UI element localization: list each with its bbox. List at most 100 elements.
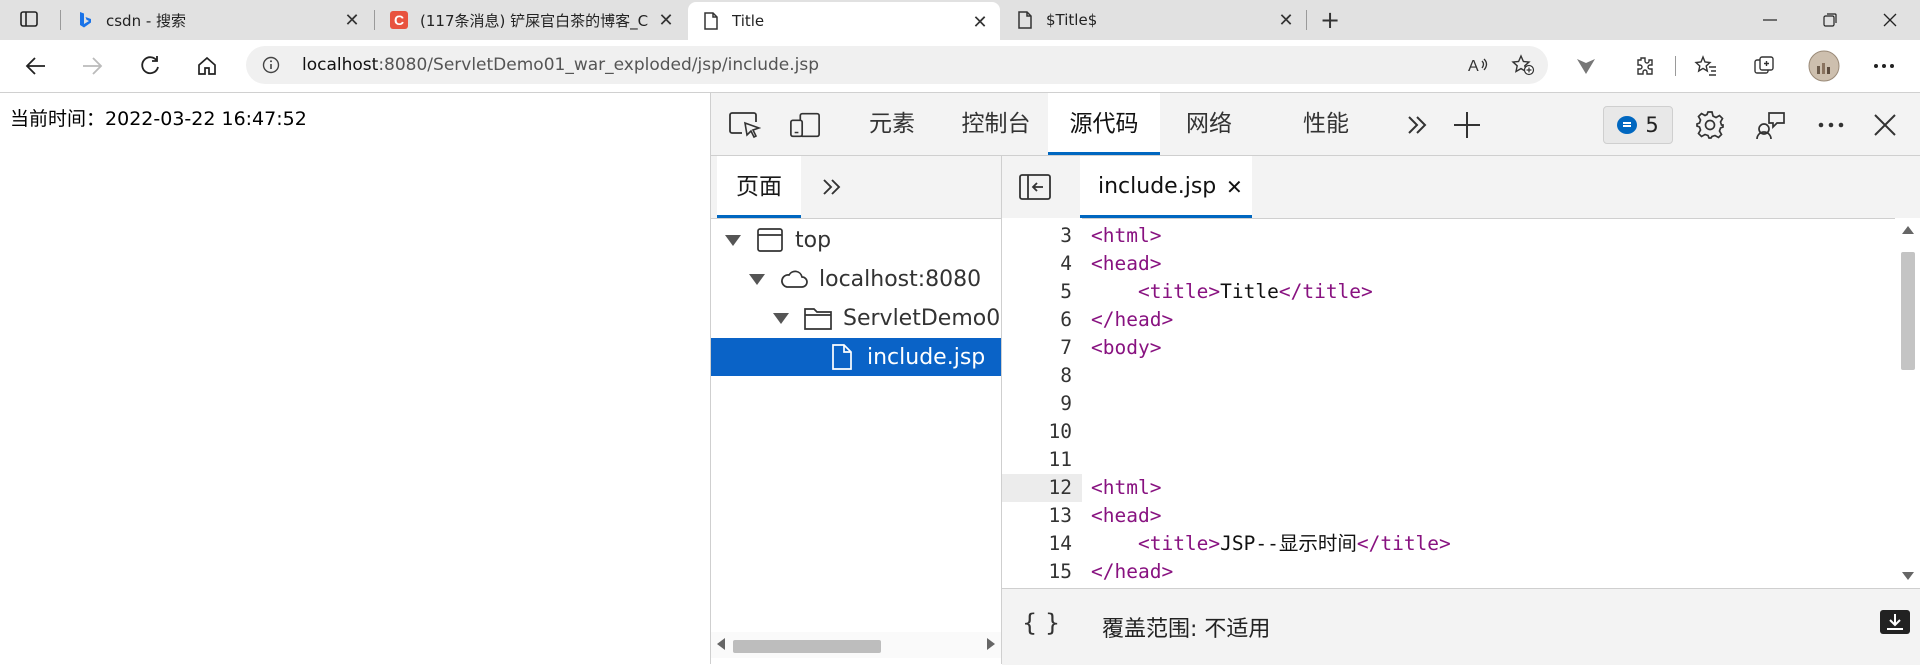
extension-shield-icon[interactable] [1572, 52, 1600, 80]
line-number[interactable]: 11 [1002, 446, 1072, 474]
back-button[interactable] [22, 52, 50, 80]
issues-button[interactable]: 5 [1603, 106, 1673, 144]
scroll-right-arrow-icon[interactable] [987, 638, 995, 650]
line-number[interactable]: 7 [1002, 334, 1072, 362]
feedback-icon[interactable] [1755, 110, 1787, 140]
device-emulation-icon[interactable] [789, 110, 821, 140]
inspect-element-icon[interactable] [729, 110, 761, 140]
scroll-left-arrow-icon[interactable] [717, 638, 725, 650]
code-line[interactable]: 15 </head> [1002, 558, 1902, 586]
tab-console[interactable]: 控制台 [941, 93, 1051, 155]
line-number[interactable]: 6 [1002, 306, 1072, 334]
profile-avatar[interactable] [1808, 50, 1840, 82]
scroll-thumb[interactable] [733, 640, 881, 653]
tree-label: top [795, 227, 832, 253]
line-number[interactable]: 3 [1002, 222, 1072, 250]
code-text: <title>JSP--显示时间</title> [1091, 530, 1451, 558]
devtools-panel: 元素 控制台 源代码 网络 性能 5 页面 top localhost:8080… [710, 93, 1920, 665]
line-number[interactable]: 9 [1002, 390, 1072, 418]
tree-item-localhost[interactable]: localhost:8080 [711, 260, 1039, 298]
scroll-thumb[interactable] [1901, 252, 1915, 370]
editor-vertical-scrollbar[interactable] [1895, 218, 1920, 588]
browser-tab-title[interactable]: Title ✕ [688, 2, 1000, 40]
code-line[interactable]: 4 <head> [1002, 250, 1902, 278]
home-button[interactable] [193, 52, 221, 80]
line-number[interactable]: 14 [1002, 530, 1072, 558]
minimize-button[interactable] [1740, 0, 1800, 40]
line-number[interactable]: 10 [1002, 418, 1072, 446]
code-text: <head> [1091, 502, 1161, 530]
line-number[interactable]: 13 [1002, 502, 1072, 530]
code-line[interactable]: 14 <title>JSP--显示时间</title> [1002, 530, 1902, 558]
expand-triangle-icon[interactable] [773, 312, 789, 324]
add-favorite-icon[interactable] [1509, 51, 1537, 79]
tab-sources[interactable]: 源代码 [1048, 93, 1160, 155]
source-editor: include.jsp ✕ 3 <html> 4 <head> 5 <title>Tit… [1002, 156, 1920, 665]
toggle-navigator-icon[interactable] [1019, 173, 1051, 201]
code-line[interactable]: 9 [1002, 390, 1902, 418]
scroll-up-arrow-icon[interactable] [1902, 226, 1914, 234]
line-number[interactable]: 12 [1002, 474, 1082, 502]
close-tab-icon[interactable]: ✕ [342, 10, 362, 31]
code-line[interactable]: 12 <html> [1002, 474, 1902, 502]
settings-gear-icon[interactable] [1694, 110, 1726, 140]
tree-item-include-jsp[interactable]: include.jsp [711, 338, 1001, 376]
html-tag: <head> [1091, 252, 1162, 275]
browser-tab-title-placeholder[interactable]: $Title$ ✕ [1002, 0, 1306, 40]
code-line[interactable]: 7 <body> [1002, 334, 1902, 362]
tab-performance[interactable]: 性能 [1271, 93, 1381, 155]
code-line[interactable]: 10 [1002, 418, 1902, 446]
close-file-icon[interactable]: ✕ [1226, 156, 1243, 218]
close-tab-icon[interactable]: ✕ [656, 10, 676, 31]
code-line[interactable]: 11 [1002, 446, 1902, 474]
tab-title: $Title$ [1046, 11, 1098, 29]
more-navigators-icon[interactable] [817, 172, 847, 202]
navigator-horizontal-scrollbar[interactable] [711, 632, 1001, 658]
close-tab-icon[interactable]: ✕ [970, 12, 990, 33]
scroll-down-arrow-icon[interactable] [1902, 572, 1914, 580]
line-number[interactable]: 15 [1002, 558, 1072, 586]
forward-button[interactable] [78, 52, 106, 80]
expand-triangle-icon[interactable] [725, 234, 741, 246]
line-number[interactable]: 8 [1002, 362, 1072, 390]
code-line[interactable]: 8 [1002, 362, 1902, 390]
download-icon[interactable] [1879, 609, 1911, 635]
tab-actions-icon[interactable] [20, 11, 38, 27]
refresh-button[interactable] [136, 52, 164, 80]
code-line[interactable]: 5 <title>Title</title> [1002, 278, 1902, 306]
code-line[interactable]: 6 </head> [1002, 306, 1902, 334]
page-icon [702, 12, 720, 30]
page-icon [1016, 11, 1034, 29]
close-window-button[interactable] [1860, 0, 1920, 40]
code-line[interactable]: 13 <head> [1002, 502, 1902, 530]
more-menu-icon[interactable] [1870, 52, 1898, 80]
browser-tab-csdn-search[interactable]: csdn - 搜索 ✕ [62, 0, 372, 40]
add-tool-icon[interactable] [1451, 110, 1483, 140]
line-number[interactable]: 4 [1002, 250, 1072, 278]
address-bar[interactable]: localhost:8080/ServletDemo01_war_explode… [246, 46, 1548, 84]
browser-tab-csdn-blog[interactable]: C (117条消息) 铲屎官白茶的博客_C ✕ [376, 0, 686, 40]
info-icon[interactable] [262, 56, 280, 74]
close-tab-icon[interactable]: ✕ [1276, 10, 1296, 31]
editor-file-tab[interactable]: include.jsp ✕ [1080, 156, 1252, 218]
code-line[interactable]: 3 <html> [1002, 222, 1902, 250]
customize-menu-icon[interactable] [1815, 110, 1847, 140]
read-aloud-icon[interactable]: A [1464, 51, 1492, 79]
expand-triangle-icon[interactable] [749, 273, 765, 285]
html-tag: <head> [1091, 504, 1162, 527]
extensions-icon[interactable] [1630, 52, 1658, 80]
tab-network[interactable]: 网络 [1166, 93, 1252, 155]
new-tab-button[interactable]: + [1316, 6, 1344, 34]
restore-button[interactable] [1800, 0, 1860, 40]
favorites-icon[interactable] [1692, 52, 1720, 80]
code-area[interactable]: 3 <html> 4 <head> 5 <title>Title</title> 6 </h… [1002, 218, 1920, 588]
close-devtools-icon[interactable] [1869, 110, 1901, 140]
tab-elements[interactable]: 元素 [849, 93, 935, 155]
more-tabs-icon[interactable] [1401, 110, 1433, 140]
line-number[interactable]: 5 [1002, 278, 1072, 306]
pretty-print-icon[interactable]: { } [1022, 609, 1060, 637]
collections-icon[interactable] [1750, 52, 1778, 80]
tree-item-top[interactable]: top [711, 221, 1015, 259]
url-text[interactable]: localhost:8080/ServletDemo01_war_explode… [302, 55, 819, 75]
tab-page[interactable]: 页面 [717, 156, 801, 218]
